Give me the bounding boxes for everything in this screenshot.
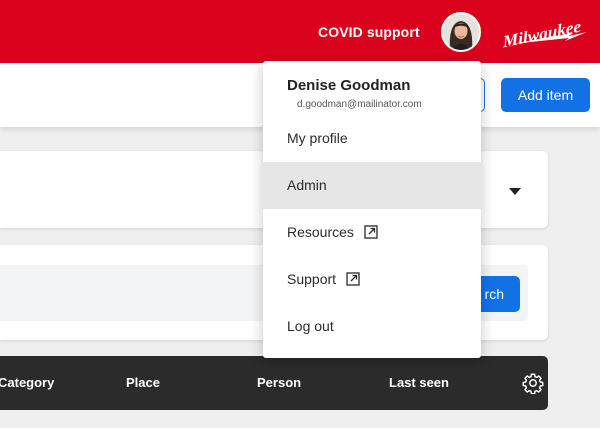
add-item-button[interactable]: Add item — [501, 78, 590, 112]
menu-item-support[interactable]: Support — [263, 256, 481, 303]
menu-item-my-profile[interactable]: My profile — [263, 115, 481, 162]
user-avatar[interactable] — [441, 12, 481, 52]
menu-item-label: Support — [287, 271, 337, 287]
menu-item-admin[interactable]: Admin — [263, 162, 481, 209]
menu-item-label: My profile — [287, 130, 348, 146]
menu-item-label: Admin — [287, 177, 327, 193]
column-header-person[interactable]: Person — [257, 375, 301, 390]
column-header-category[interactable]: Category — [0, 375, 54, 390]
user-name: Denise Goodman — [287, 77, 411, 94]
column-header-last-seen[interactable]: Last seen — [389, 375, 449, 390]
external-link-icon — [346, 272, 360, 286]
table-header: Category Place Person Last seen — [0, 356, 548, 410]
menu-item-label: Resources — [287, 224, 354, 240]
avatar-photo — [443, 14, 479, 50]
menu-item-resources[interactable]: Resources — [263, 209, 481, 256]
covid-support-link[interactable]: COVID support — [318, 24, 420, 40]
gear-icon[interactable] — [522, 372, 544, 394]
user-email: d.goodman@mailinator.com — [297, 99, 422, 110]
chevron-down-icon[interactable] — [509, 188, 521, 195]
column-header-place[interactable]: Place — [126, 375, 160, 390]
user-menu: Denise Goodman d.goodman@mailinator.com … — [263, 61, 481, 358]
menu-item-label: Log out — [287, 318, 334, 334]
milwaukee-logo: Milwaukee — [503, 17, 587, 51]
top-bar: COVID support Milwaukee — [0, 0, 600, 63]
external-link-icon — [364, 225, 378, 239]
menu-item-log-out[interactable]: Log out — [263, 303, 481, 350]
